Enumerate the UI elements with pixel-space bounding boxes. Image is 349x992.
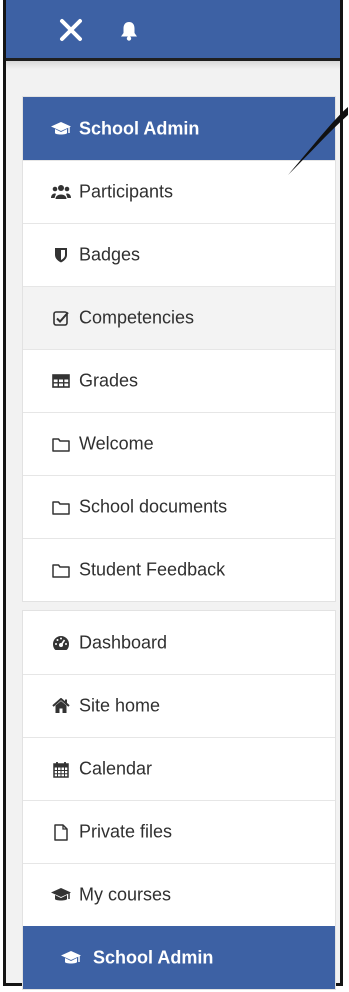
nav-item-welcome[interactable]: Welcome xyxy=(23,412,335,475)
folder-icon xyxy=(51,435,71,453)
nav-item-competencies[interactable]: Competencies xyxy=(23,286,335,349)
calendar-icon xyxy=(51,760,71,778)
folder-icon xyxy=(51,561,71,579)
nav-drawer: School Admin Participants Badges Compete… xyxy=(22,96,336,990)
checkbox-icon xyxy=(51,309,71,327)
nav-item-label: Badges xyxy=(79,244,141,265)
nav-item-label: Dashboard xyxy=(79,632,168,652)
nav-item-school-admin-current[interactable]: School Admin xyxy=(23,926,335,989)
navbar-shadow xyxy=(6,61,340,69)
graduation-cap-icon xyxy=(61,949,81,967)
nav-item-participants[interactable]: Participants xyxy=(23,160,335,223)
nav-item-school-admin[interactable]: School Admin xyxy=(23,97,335,160)
folder-icon xyxy=(51,498,71,516)
nav-item-grades[interactable]: Grades xyxy=(23,349,335,412)
nav-item-label: My courses xyxy=(79,884,172,905)
nav-item-label: Site home xyxy=(79,695,161,716)
nav-item-site-home[interactable]: Site home xyxy=(23,674,335,737)
nav-item-student-feedback[interactable]: Student Feedback xyxy=(23,538,335,601)
site-nav-group: Dashboard Site home Calendar Private fil… xyxy=(22,610,336,990)
nav-item-label: Private files xyxy=(79,821,173,842)
nav-item-badges[interactable]: Badges xyxy=(23,223,335,286)
close-icon[interactable] xyxy=(58,17,84,43)
home-icon xyxy=(51,697,71,715)
top-navbar xyxy=(6,0,340,61)
course-nav-group: School Admin Participants Badges Compete… xyxy=(22,96,336,602)
nav-item-label: Grades xyxy=(79,370,139,391)
nav-item-label: Competencies xyxy=(79,307,195,328)
nav-item-dashboard[interactable]: Dashboard xyxy=(23,611,335,674)
nav-item-label: Student Feedback xyxy=(79,559,226,580)
table-icon xyxy=(51,372,71,390)
graduation-cap-icon xyxy=(51,886,71,904)
file-icon xyxy=(51,823,71,841)
nav-item-label: Welcome xyxy=(79,433,154,454)
shield-icon xyxy=(51,246,71,264)
nav-item-label: School Admin xyxy=(93,947,214,967)
nav-item-private-files[interactable]: Private files xyxy=(23,800,335,863)
nav-item-label: School Admin xyxy=(79,118,200,138)
graduation-cap-icon xyxy=(51,120,71,138)
nav-item-label: Calendar xyxy=(79,758,153,779)
nav-item-label: School documents xyxy=(79,496,228,517)
nav-item-label: Participants xyxy=(79,181,174,202)
bell-icon[interactable] xyxy=(119,20,139,42)
nav-item-my-courses[interactable]: My courses xyxy=(23,863,335,926)
dashboard-icon xyxy=(51,634,71,652)
users-icon xyxy=(51,183,71,201)
nav-item-school-documents[interactable]: School documents xyxy=(23,475,335,538)
nav-item-calendar[interactable]: Calendar xyxy=(23,737,335,800)
